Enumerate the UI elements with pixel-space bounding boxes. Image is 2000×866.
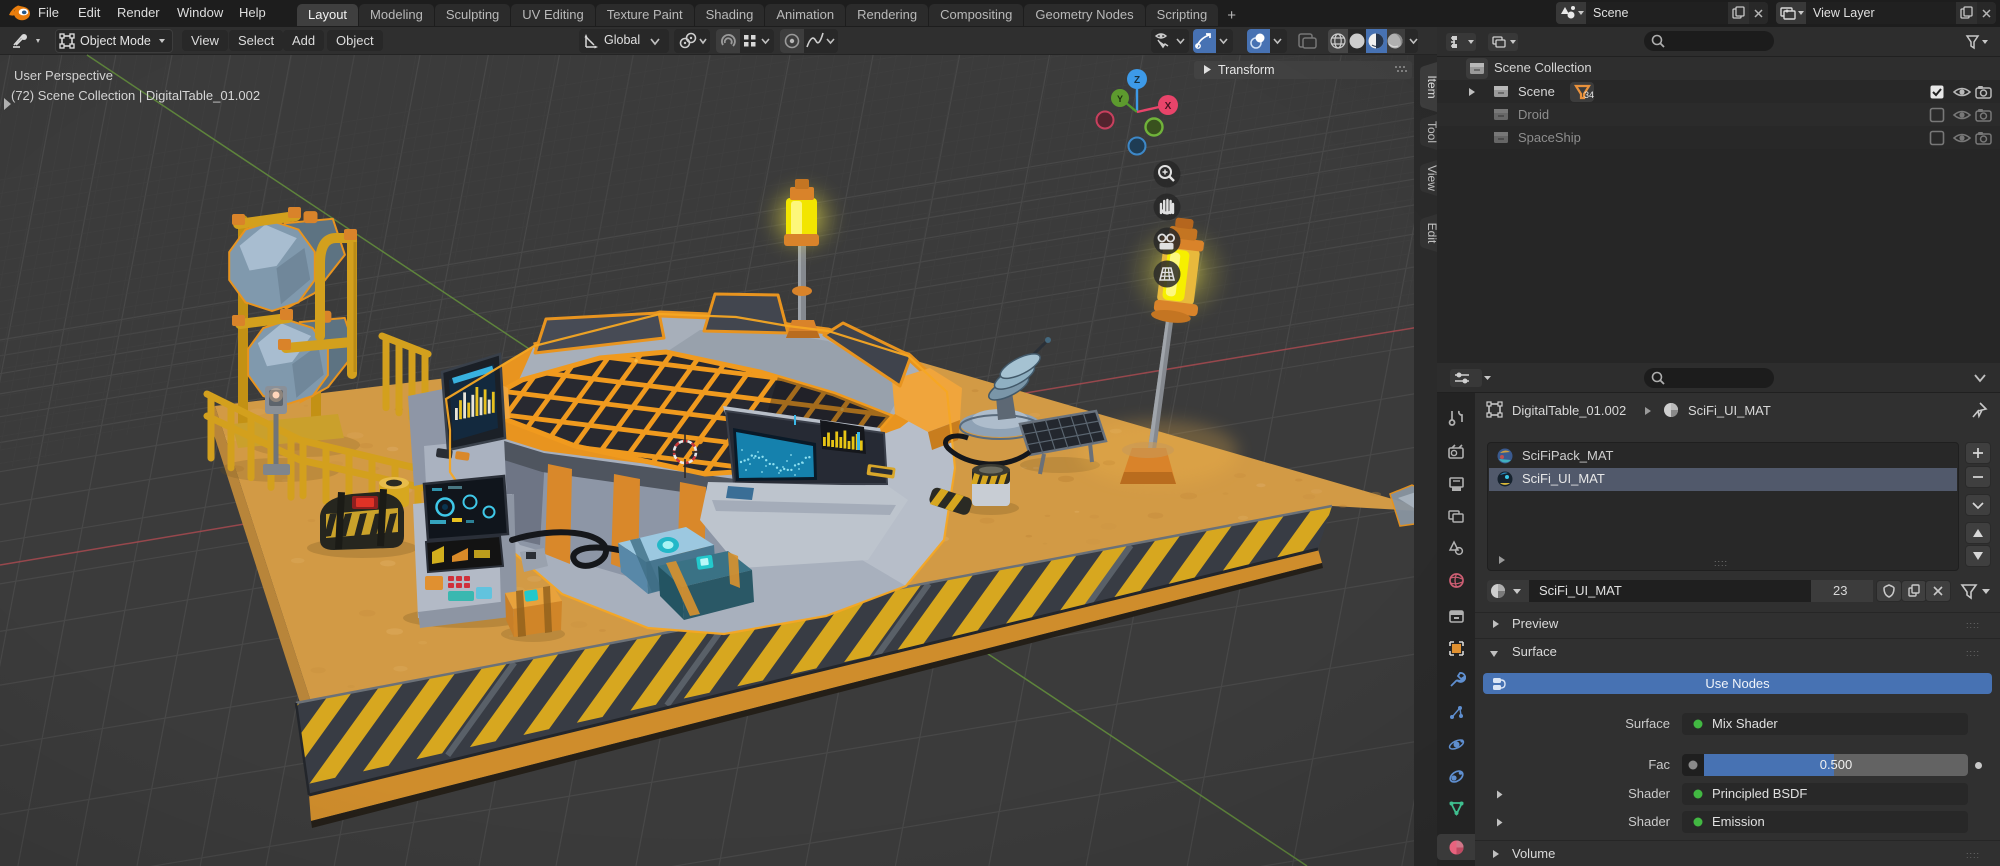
svg-text:Transform: Transform [1218,63,1275,77]
svg-text:Z: Z [1134,75,1140,86]
svg-text:(72) Scene Collection | Digita: (72) Scene Collection | DigitalTable_01.… [11,88,260,103]
svg-text:Y: Y [1117,94,1123,104]
svg-text:X: X [1165,101,1172,112]
svg-text:User Perspective: User Perspective [14,68,113,83]
